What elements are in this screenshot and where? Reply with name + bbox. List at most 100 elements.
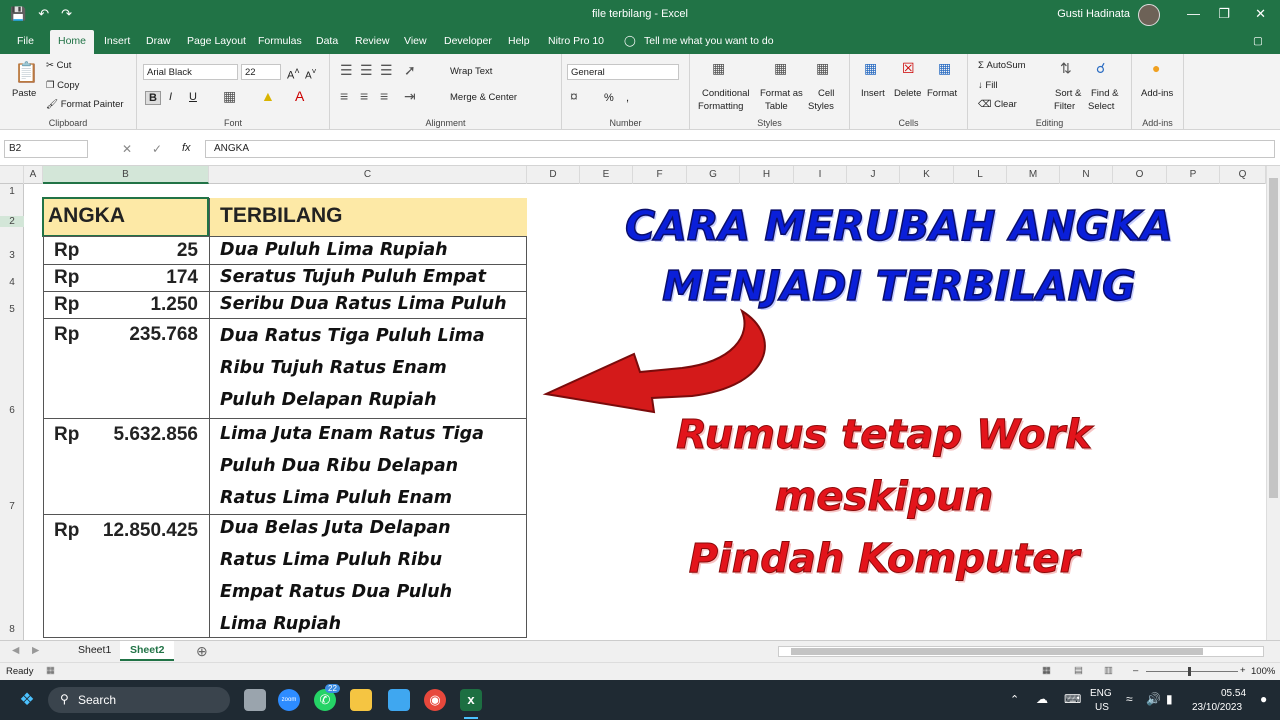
delete-button[interactable]: Delete [894,88,921,99]
terbilang-line[interactable]: Lima Rupiah [220,614,341,634]
avatar[interactable] [1138,4,1160,26]
column-header[interactable]: K [900,166,954,184]
column-header[interactable]: H [740,166,794,184]
font-color-icon[interactable]: A [295,88,304,104]
tab-home[interactable]: Home [50,30,95,54]
zoom-level[interactable]: 100% [1251,666,1275,677]
shrink-font-icon[interactable]: A˅ [305,66,317,81]
tab-insert[interactable]: Insert [104,35,130,47]
addins-icon[interactable]: ● [1152,60,1160,76]
cell-styles-icon[interactable]: ▦ [816,60,829,77]
row-header[interactable]: 7 [0,501,24,512]
row-header[interactable]: 8 [0,624,24,635]
macro-record-icon[interactable]: ▦ [46,665,55,676]
grow-font-icon[interactable]: A˄ [287,66,300,82]
addins-button[interactable]: Add-ins [1141,88,1173,99]
tab-help[interactable]: Help [508,35,530,47]
sheet-tab[interactable]: Sheet1 [68,641,121,661]
close-icon[interactable]: ✕ [1255,6,1266,22]
search-box[interactable]: ⚲ Search [48,687,230,713]
orientation-icon[interactable]: ➚ [404,62,416,79]
format-as-table-button[interactable]: Format as [760,88,803,99]
row-header[interactable]: 3 [0,250,24,261]
column-header[interactable]: N [1060,166,1113,184]
terbilang-line[interactable]: Dua Belas Juta Delapan [220,518,451,538]
sheet-tab-active[interactable]: Sheet2 [120,641,175,661]
align-center-icon[interactable]: ≡ [360,88,368,104]
column-header[interactable]: I [794,166,847,184]
indent-icon[interactable]: ⇥ [404,88,416,105]
zoom-slider-thumb[interactable] [1188,667,1191,676]
windows-start-icon[interactable]: ❖ [16,689,38,711]
tab-nitro[interactable]: Nitro Pro 10 [548,35,604,47]
terbilang-line[interactable]: Empat Ratus Dua Puluh [220,582,452,602]
terbilang-line[interactable]: Dua Ratus Tiga Puluh Lima [220,326,485,346]
amount-cell[interactable]: 25 [177,240,198,262]
copy-button[interactable]: ❐ Copy [46,80,79,91]
terbilang-line[interactable]: Puluh Dua Ribu Delapan [220,456,458,476]
format-painter-button[interactable]: 🖌 Format Painter [46,99,124,110]
tab-draw[interactable]: Draw [146,35,171,47]
column-header[interactable]: F [633,166,687,184]
amount-cell[interactable]: 235.768 [129,324,198,346]
row-header[interactable]: 6 [0,405,24,416]
chevron-up-icon[interactable]: ⌃ [1010,693,1019,706]
conditional-formatting-icon[interactable]: ▦ [712,60,725,77]
rp-label[interactable]: Rp [54,294,79,316]
column-header[interactable]: J [847,166,900,184]
underline-button[interactable]: U [189,91,197,103]
select-all-corner[interactable] [0,166,24,184]
amount-cell[interactable]: 1.250 [150,294,198,316]
insert-function-button[interactable]: fx [182,142,191,154]
hscroll-thumb[interactable] [791,648,1203,655]
row-header[interactable]: 2 [0,216,24,227]
conditional-formatting-button[interactable]: Conditional [702,88,750,99]
zoom-in-icon[interactable]: + [1240,665,1246,676]
rp-label[interactable]: Rp [54,520,79,542]
insert-button[interactable]: Insert [861,88,885,99]
rp-label[interactable]: Rp [54,424,79,446]
excel-icon[interactable]: x [460,689,482,711]
align-bottom-icon[interactable]: ☰ [380,62,393,79]
restore-icon[interactable]: ❐ [1218,6,1230,22]
header-angka[interactable]: ANGKA [48,204,125,228]
align-left-icon[interactable]: ≡ [340,88,348,104]
bold-button[interactable]: B [145,91,161,105]
name-box[interactable]: B2 [4,140,88,158]
terbilang-cell[interactable]: Seribu Dua Ratus Lima Puluh [220,294,507,314]
find-select-button[interactable]: Find & [1091,88,1118,99]
rp-label[interactable]: Rp [54,267,79,289]
worksheet-grid[interactable]: ANGKA TERBILANG Rp 25 Dua Puluh Lima Rup… [24,184,1266,640]
page-break-icon[interactable]: ▥ [1104,665,1113,676]
tab-developer[interactable]: Developer [444,35,492,47]
number-format-select[interactable]: General [567,64,679,80]
column-header[interactable]: O [1113,166,1167,184]
tab-formulas[interactable]: Formulas [258,35,302,47]
terbilang-line[interactable]: Lima Juta Enam Ratus Tiga [220,424,484,444]
paste-icon[interactable]: 📋 [14,60,39,85]
file-explorer-icon[interactable] [350,689,372,711]
notepad-icon[interactable] [388,689,410,711]
format-cells-icon[interactable]: ▦ [938,60,951,77]
horizontal-scrollbar[interactable] [778,646,1264,657]
page-layout-icon[interactable]: ▤ [1074,665,1083,676]
comma-button[interactable]: , [626,92,629,104]
cancel-icon[interactable]: ✕ [122,142,132,156]
tab-page-layout[interactable]: Page Layout [187,35,246,47]
align-right-icon[interactable]: ≡ [380,88,388,104]
autosum-button[interactable]: Σ AutoSum [978,60,1026,71]
insert-cells-icon[interactable]: ▦ [864,60,877,77]
row-header[interactable]: 5 [0,304,24,315]
column-header[interactable]: L [954,166,1007,184]
tab-view[interactable]: View [404,35,427,47]
add-sheet-icon[interactable]: ⊕ [196,643,208,660]
battery-icon[interactable]: ▮ [1166,692,1173,706]
cut-button[interactable]: ✂ Cut [46,60,71,71]
tab-data[interactable]: Data [316,35,338,47]
sort-filter-icon[interactable]: ⇅ [1060,60,1072,77]
clear-button[interactable]: ⌫ Clear [978,99,1017,110]
column-header[interactable]: Q [1220,166,1266,184]
zoom-app-icon[interactable]: zoom [278,689,300,711]
row-header[interactable]: 1 [0,186,24,197]
wrap-text-button[interactable]: Wrap Text [450,66,492,77]
